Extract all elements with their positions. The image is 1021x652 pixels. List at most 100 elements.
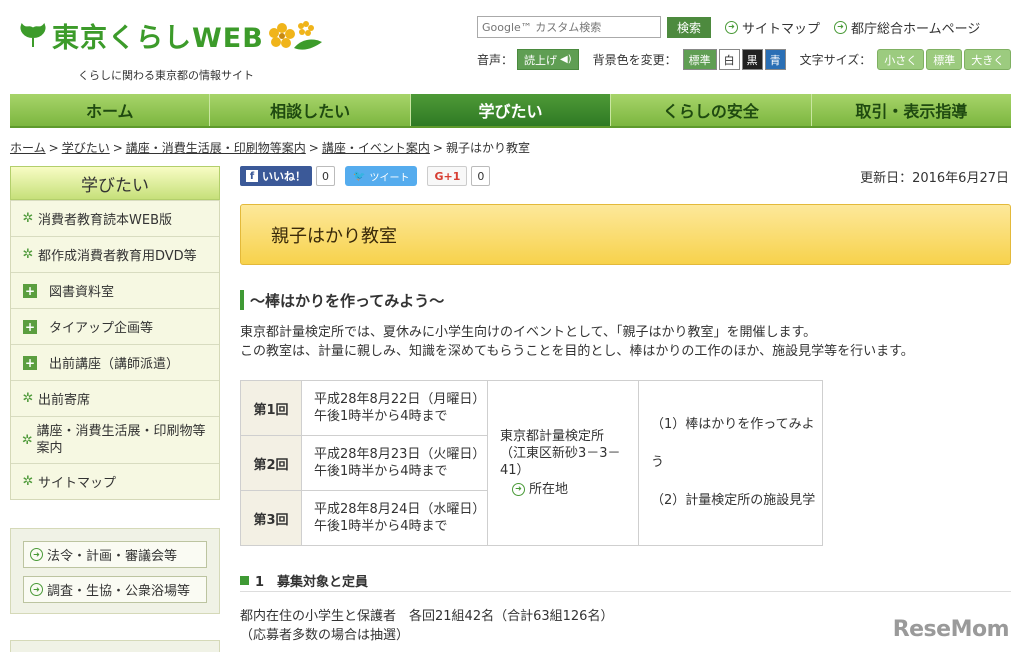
gplus-count: 0 <box>471 166 491 186</box>
social-buttons: f いいね！ 0 🐦 ツイート G+1 0 <box>240 166 491 186</box>
sidebar-link-label: 法令・計画・審議会等 <box>47 549 178 564</box>
venue-name: 東京都計量検定所 <box>500 429 605 445</box>
session-time: 午後1時半から4時まで <box>314 464 448 479</box>
session-number: 第1回 <box>240 380 302 436</box>
breadcrumb-separator: > <box>48 141 59 155</box>
arrow-circle-icon: ➜ <box>30 583 43 596</box>
session-date: 平成28年8月23日（火曜日） <box>314 447 486 462</box>
session-date: 平成28年8月24日（水曜日） <box>314 502 486 517</box>
bg-color-label: 背景色を変更： <box>592 53 677 67</box>
bg-standard-button[interactable]: 標準 <box>682 49 717 70</box>
gplus-button[interactable]: G+1 <box>427 166 468 186</box>
watermark-logo: ReseMom <box>892 617 1010 642</box>
nav-trade[interactable]: 取引・表示指導 <box>812 94 1011 126</box>
sidebar-item-label: 消費者教育読本WEB版 <box>38 213 172 228</box>
tweet-label: ツイート <box>369 172 410 184</box>
breadcrumb-separator: > <box>112 141 123 155</box>
sidebar-item-sitemap[interactable]: ✲ サイトマップ <box>11 463 219 499</box>
sidebar-menu: ✲ 消費者教育読本WEB版 ✲ 都作成消費者教育用DVD等 + 図書資料室 + … <box>10 200 220 500</box>
breadcrumb-separator: > <box>308 141 319 155</box>
sidebar-item-label: サイトマップ <box>38 476 117 491</box>
arrow-circle-icon: ➜ <box>30 548 43 561</box>
plus-icon: + <box>23 355 37 370</box>
sidebar-item-label: 都作成消費者教育用DVD等 <box>38 249 197 264</box>
nav-home[interactable]: ホーム <box>10 94 211 126</box>
bg-blue-button[interactable]: 青 <box>764 49 786 70</box>
voice-label: 音声： <box>477 53 514 67</box>
sidebar-item-tieup[interactable]: + タイアップ企画等 <box>11 308 219 344</box>
font-larger-button[interactable]: 大きく <box>964 49 1012 70</box>
section-heading-label: 1 募集対象と定員 <box>255 575 369 590</box>
nav-learn[interactable]: 学びたい <box>410 94 612 126</box>
location-link[interactable]: ➜ 所在地 <box>512 481 568 498</box>
search-button[interactable]: 検索 <box>667 16 711 38</box>
breadcrumb-events[interactable]: 講座・イベント案内 <box>322 141 430 155</box>
breadcrumb: ホーム > 学びたい > 講座・消費生活展・印刷物等案内 > 講座・イベント案内 > 親子はかり… <box>10 139 530 156</box>
sidebar-item-courses[interactable]: ✲ 講座・消費生活展・印刷物等案内 <box>11 416 219 463</box>
read-aloud-label: 読上げ <box>524 53 558 67</box>
intro-line: この教室は、計量に親しみ、知識を深めてもらうことを目的とし、棒はかりの工作のほか… <box>240 344 914 359</box>
breadcrumb-learn[interactable]: 学びたい <box>62 141 110 155</box>
like-count: 0 <box>316 166 335 186</box>
site-logo[interactable]: 東京くらしWEB <box>18 16 326 55</box>
intro-text: 東京都計量検定所では、夏休みに小学生向けのイベントとして、「親子はかり教室」を開… <box>240 323 914 361</box>
intro-line: 東京都計量検定所では、夏休みに小学生向けのイベントとして、「親子はかり教室」を開… <box>240 325 817 340</box>
sidebar-link-label: 調査・生協・公衆浴場等 <box>47 584 191 599</box>
font-size-label: 文字サイズ： <box>799 53 872 67</box>
arrow-circle-icon: ➜ <box>512 482 525 496</box>
facebook-icon: f <box>246 170 258 182</box>
sidebar-item-library[interactable]: + 図書資料室 <box>11 272 219 308</box>
sitemap-link-label: サイトマップ <box>742 21 821 37</box>
location-link-label: 所在地 <box>529 481 569 497</box>
nav-consult[interactable]: 相談したい <box>210 94 411 126</box>
twitter-bird-icon: 🐦 <box>353 170 366 182</box>
venue-cell: 東京都計量検定所 （江東区新砂3－3－41） ➜ 所在地 <box>487 380 639 546</box>
global-nav: ホーム 相談したい 学びたい くらしの安全 取引・表示指導 <box>10 94 1011 128</box>
sidebar-item-label: タイアップ企画等 <box>49 321 154 336</box>
bg-white-button[interactable]: 白 <box>718 49 740 70</box>
logo-text: 東京くらしWEB <box>52 23 264 54</box>
plus-icon: + <box>23 283 37 298</box>
section-body: 都内在住の小学生と保護者 各回21組42名（合計63組126名） （応募者多数の… <box>240 607 613 645</box>
read-aloud-button[interactable]: 読上げ ◀) <box>517 49 579 70</box>
sidebar-link-surveys[interactable]: ➜ 調査・生協・公衆浴場等 <box>23 576 207 603</box>
breadcrumb-home[interactable]: ホーム <box>10 141 46 155</box>
section-heading: 1 募集対象と定員 <box>240 570 1011 592</box>
page-title-box: 親子はかり教室 <box>240 204 1011 265</box>
bg-black-button[interactable]: 黒 <box>741 49 763 70</box>
content-cell: （1）棒はかりを作ってみよう （2）計量検定所の施設見学 <box>638 380 823 546</box>
content-item: （1）棒はかりを作ってみよう <box>651 417 815 470</box>
font-standard-button[interactable]: 標準 <box>926 49 963 70</box>
session-date: 平成28年8月22日（月曜日） <box>314 392 486 407</box>
session-time: 午後1時半から4時まで <box>314 519 448 534</box>
session-number: 第3回 <box>240 490 302 546</box>
plus-icon: + <box>23 319 37 334</box>
breadcrumb-courses[interactable]: 講座・消費生活展・印刷物等案内 <box>126 141 306 155</box>
sidebar-item-label: 講座・消費生活展・印刷物等案内 <box>36 424 206 456</box>
sidebar-item-reader[interactable]: ✲ 消費者教育読本WEB版 <box>11 200 219 236</box>
breadcrumb-current: 親子はかり教室 <box>445 141 530 155</box>
sidebar-item-lecture[interactable]: + 出前講座（講師派遣） <box>11 344 219 380</box>
schedule-table: 第1回 平成28年8月22日（月曜日） 午後1時半から4時まで 東京都計量検定所… <box>240 380 823 546</box>
sidebar-item-dvd[interactable]: ✲ 都作成消費者教育用DVD等 <box>11 236 219 272</box>
sitemap-link[interactable]: ➜ サイトマップ <box>725 18 820 37</box>
arrow-circle-icon: ➜ <box>725 20 738 34</box>
session-datetime: 平成28年8月23日（火曜日） 午後1時半から4時まで <box>301 435 488 491</box>
session-datetime: 平成28年8月24日（水曜日） 午後1時半から4時まで <box>301 490 488 546</box>
tweet-button[interactable]: 🐦 ツイート <box>345 166 418 186</box>
facebook-like-button[interactable]: f いいね！ <box>240 166 312 186</box>
metro-homepage-link-label: 都庁総合ホームページ <box>851 21 981 37</box>
sidebar-item-yose[interactable]: ✲ 出前寄席 <box>11 380 219 416</box>
accessibility-tools: 音声： 読上げ ◀) 背景色を変更： 標準 白 黒 青 文字サイズ： 小さく 標… <box>477 49 1012 70</box>
metro-homepage-link[interactable]: ➜ 都庁総合ホームページ <box>834 18 980 37</box>
star-icon: ✲ <box>21 432 33 448</box>
subheading: ～棒はかりを作ってみよう～ <box>240 290 444 310</box>
font-smaller-button[interactable]: 小さく <box>877 49 925 70</box>
breadcrumb-separator: > <box>432 141 443 155</box>
sidebar-link-laws[interactable]: ➜ 法令・計画・審議会等 <box>23 541 207 568</box>
like-label: いいね！ <box>262 170 306 183</box>
nav-safety[interactable]: くらしの安全 <box>611 94 812 126</box>
star-icon: ✲ <box>22 211 34 226</box>
sidebar: 学びたい ✲ 消費者教育読本WEB版 ✲ 都作成消費者教育用DVD等 + 図書資… <box>10 166 220 500</box>
search-input[interactable] <box>477 16 661 38</box>
